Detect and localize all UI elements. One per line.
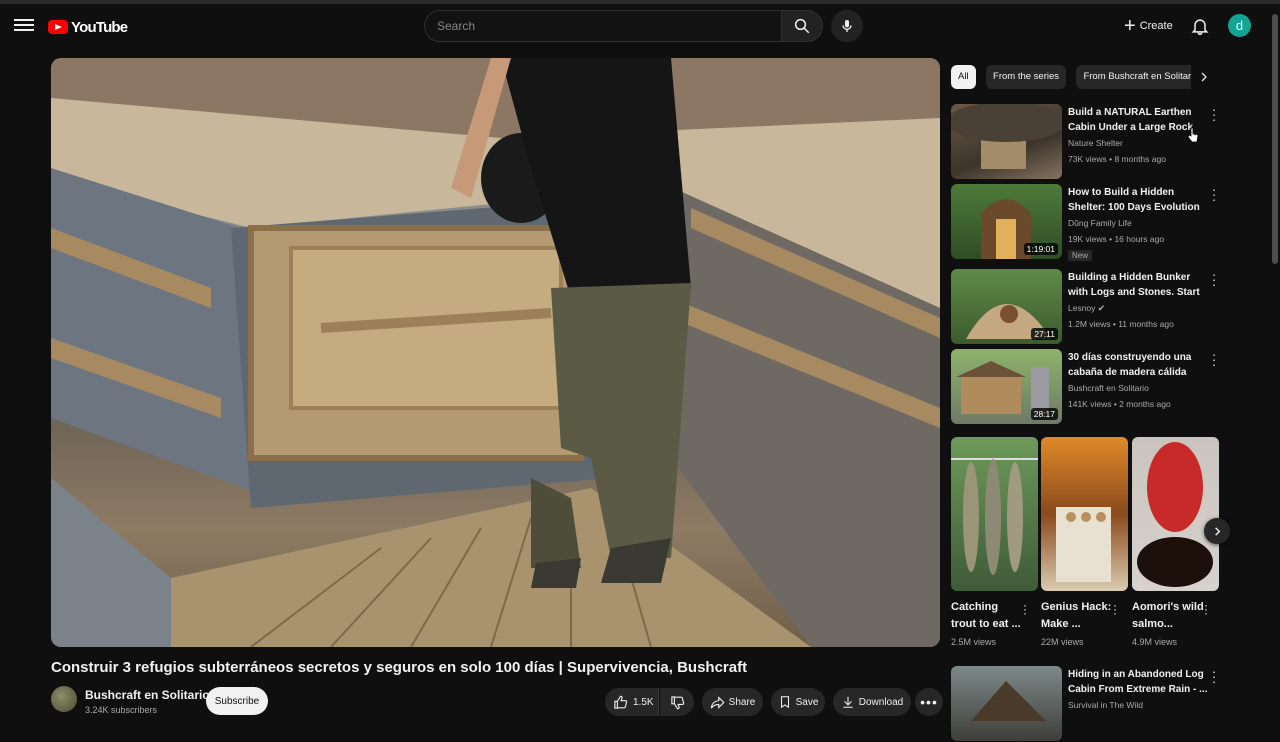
like-button[interactable]: 1.5K [605,688,659,716]
short-thumbnail[interactable] [1041,437,1128,591]
recommendation-item[interactable]: 27:11 Building a Hidden Bunker with Logs… [951,268,1221,345]
download-button[interactable]: Download [833,688,911,716]
youtube-logo[interactable]: YouTube [48,17,128,37]
account-avatar[interactable]: d [1228,14,1251,37]
recommendation-meta: 19K views • 16 hours ago [1068,234,1165,244]
search-button[interactable] [781,10,823,42]
menu-icon[interactable] [14,16,34,34]
short-item[interactable]: Genius Hack: Make ... 22M views · · · [1041,437,1128,647]
recommendation-item[interactable]: 28:17 30 días construyendo una cabaña de… [951,348,1221,425]
mouse-cursor-icon [1187,127,1199,143]
video-frame [51,58,940,647]
recommendation-title: How to Build a Hidden Shelter: 100 Days … [1068,187,1200,213]
recommendation-channel: Dũng Family Life [1068,218,1132,228]
mic-icon [842,20,852,32]
related-filter-chips: All From the series From Bushcraft en So… [951,65,1191,89]
recommendation-item[interactable]: Hiding in an Abandoned Log Cabin From Ex… [951,665,1221,742]
plus-icon: + [1124,15,1136,37]
masthead: YouTube + Create d [0,4,1280,50]
short-item[interactable]: Catching trout to eat ... 2.5M views · · · [951,437,1038,647]
recommendation-title: Building a Hidden Bunker with Logs and S… [1068,272,1200,298]
download-label: Download [858,696,904,708]
recommendation-meta: 73K views • 8 months ago [1068,154,1166,164]
create-label: Create [1139,20,1173,32]
recommendation-channel: Survival in The Wild [1068,700,1143,710]
like-icon [614,695,628,709]
chip-all[interactable]: All [951,65,976,89]
duration-badge: 28:17 [1030,408,1058,420]
dislike-icon [670,695,684,709]
duration-badge: 1:19:01 [1023,243,1058,255]
share-button[interactable]: Share [702,688,763,716]
create-button[interactable]: + Create [1118,13,1179,39]
chip-from-series[interactable]: From the series [986,65,1067,89]
share-label: Share [728,696,756,708]
search-icon [794,18,810,34]
short-views: 22M views [1041,637,1084,647]
recommendation-meta: 1.2M views • 11 months ago [1068,319,1174,329]
more-vert-icon[interactable]: · · · [1209,348,1219,371]
duration-badge: 27:11 [1031,328,1058,340]
more-vert-icon[interactable]: · · · [1209,103,1219,126]
subscribe-button[interactable]: Subscribe [206,687,268,715]
scrollbar-thumb[interactable] [1272,14,1278,264]
subscriber-count: 3.24K subscribers [85,705,158,715]
video-thumbnail[interactable]: 27:11 [951,269,1062,344]
chip-from-channel[interactable]: From Bushcraft en Solitario [1076,65,1191,89]
video-title: Construir 3 refugios subterráneos secret… [51,659,748,676]
video-thumbnail[interactable]: 1:19:01 [951,184,1062,259]
short-thumbnail[interactable] [951,437,1038,591]
short-views: 2.5M views [951,637,997,647]
short-title: Catching trout to eat ... [951,601,1021,630]
recommendation-item[interactable]: Build a NATURAL Earthen Cabin Under a La… [951,103,1221,180]
short-views: 4.9M views [1132,637,1178,647]
like-count: 1.5K [633,696,654,708]
bell-icon[interactable] [1190,16,1210,36]
more-vert-icon[interactable]: · · · [1209,183,1219,206]
logo-text: YouTube [71,18,128,36]
video-thumbnail[interactable]: 28:17 [951,349,1062,424]
share-icon [710,695,725,709]
voice-search-button[interactable] [831,10,863,42]
save-label: Save [795,696,819,708]
recommendation-title: 30 días construyendo una cabaña de mader… [1068,352,1192,378]
recommendation-meta: 141K views • 2 months ago [1068,399,1171,409]
recommendation-channel: Nature Shelter [1068,138,1123,148]
recommendation-item[interactable]: 1:19:01 How to Build a Hidden Shelter: 1… [951,183,1221,261]
channel-name[interactable]: Bushcraft en Solitario [85,688,210,702]
channel-avatar[interactable] [51,686,77,712]
short-title: Genius Hack: Make ... [1041,601,1112,630]
more-icon[interactable]: ••• [915,688,943,716]
chevron-right-icon[interactable] [1193,65,1215,89]
save-icon [780,696,789,709]
recommendation-channel-name: Lesnoy [1068,303,1096,313]
more-vert-icon[interactable]: · · · [1113,599,1117,619]
short-thumbnail[interactable] [1132,437,1219,591]
recommendation-channel: Lesnoy ✔ [1068,303,1105,314]
more-vert-icon[interactable]: · · · [1204,599,1208,619]
video-thumbnail[interactable] [951,104,1062,179]
dislike-button[interactable] [660,688,694,716]
video-thumbnail[interactable] [951,666,1062,741]
search-box [424,10,782,42]
search-input[interactable] [425,11,781,41]
short-title: Aomori's wild salmo... [1132,601,1204,630]
more-vert-icon[interactable]: · · · [1209,268,1219,291]
recommendation-title: Hiding in an Abandoned Log Cabin From Ex… [1068,669,1208,695]
more-vert-icon[interactable]: · · · [1023,599,1027,619]
video-player[interactable] [51,58,940,647]
recommendation-channel: Bushcraft en Solitario [1068,383,1149,393]
download-icon [843,696,853,708]
save-button[interactable]: Save [771,688,825,716]
chevron-right-icon[interactable] [1204,518,1230,544]
youtube-play-icon [48,20,68,34]
new-badge: New [1068,250,1093,261]
verified-icon: ✔ [1097,303,1106,313]
more-vert-icon[interactable]: · · · [1209,665,1219,688]
short-item[interactable]: Aomori's wild salmo... 4.9M views · · · [1132,437,1219,647]
